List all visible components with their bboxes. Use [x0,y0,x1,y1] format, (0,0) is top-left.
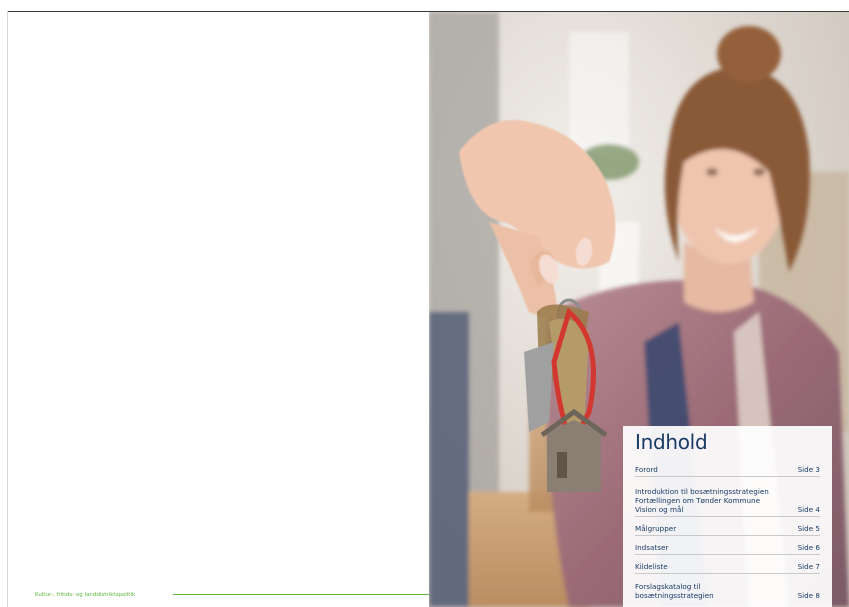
toc-item-page: Side 8 [797,591,820,600]
page-left-border [7,11,8,607]
toc-item-page: Side 3 [797,465,820,474]
toc-item-kildeliste[interactable]: Kildeliste Side 7 [635,557,820,571]
toc-item-page: Side 6 [797,543,820,552]
left-page-blank [8,12,429,607]
toc-divider [635,476,820,477]
toc-item-maalgrupper[interactable]: Målgrupper Side 5 [635,519,820,533]
toc-title: Indhold [635,430,708,454]
toc-item-page: Side 5 [797,524,820,533]
document-spread: Kultur-, fritids- og landdistriktspoliti… [0,0,849,607]
toc-item-label: Målgrupper [635,524,677,533]
toc-item-forslagskatalog[interactable]: Forslagskatalog til bosætningsstrategien… [635,576,820,600]
toc-item-page: Side 4 [797,505,820,514]
toc-divider [635,573,820,574]
toc-item-label: Forord [635,465,658,474]
toc-item-label: Forslagskatalog til bosætningsstrategien [635,582,714,600]
toc-divider [635,535,820,536]
toc-divider [635,516,820,517]
toc-item-label: Introduktion til bosætningsstrategien Fo… [635,487,769,514]
table-of-contents: Indhold Forord Side 3 Introduktion til b… [623,426,832,607]
footer-rule [173,594,429,595]
toc-item-indsatser[interactable]: Indsatser Side 6 [635,538,820,552]
toc-item-label: Kildeliste [635,562,668,571]
toc-item-label: Indsatser [635,543,669,552]
toc-divider [635,554,820,555]
toc-item-forord[interactable]: Forord Side 3 [635,460,820,474]
footer-text: Kultur-, fritids- og landdistriktspoliti… [35,592,136,598]
toc-item-introduktion[interactable]: Introduktion til bosætningsstrategien Fo… [635,479,820,514]
toc-item-page: Side 7 [797,562,820,571]
